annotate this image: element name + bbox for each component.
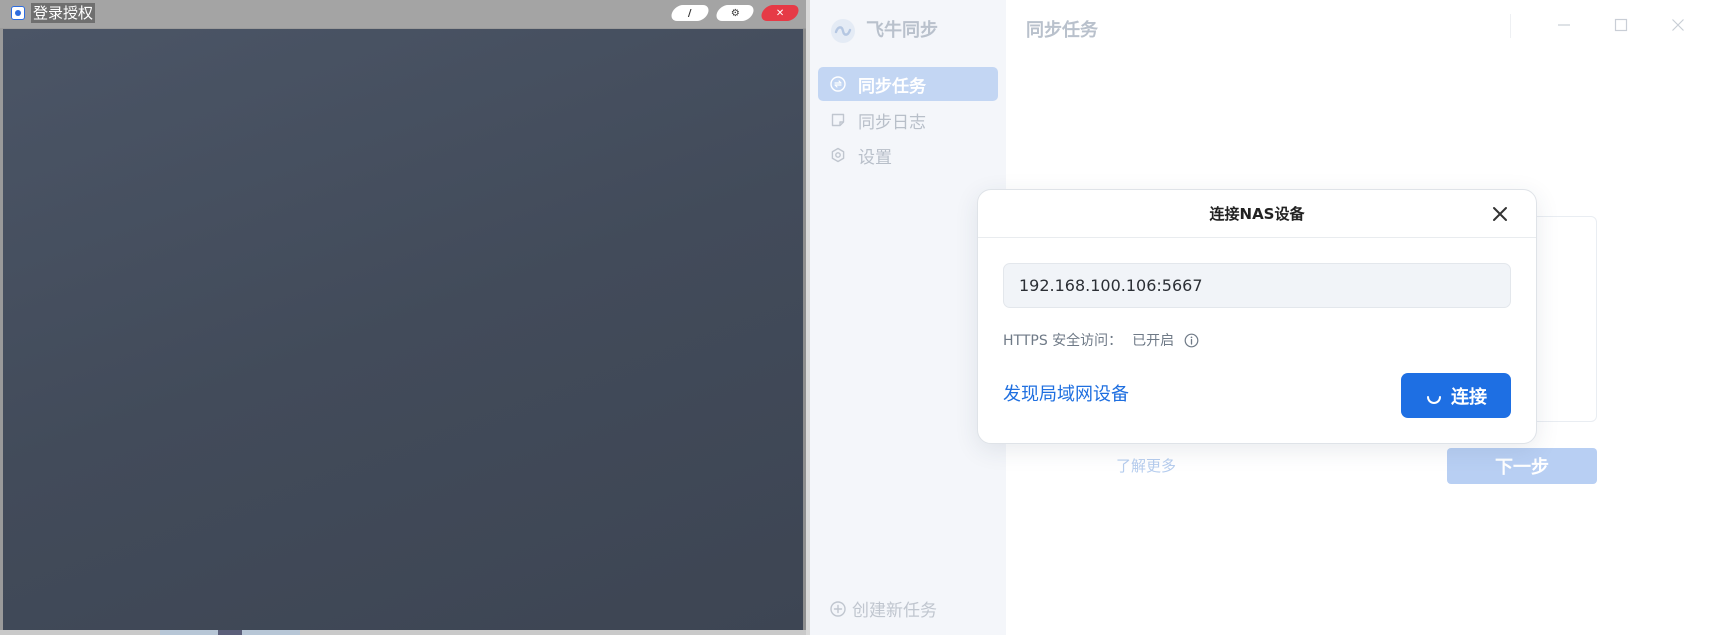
login-window-content xyxy=(3,29,803,630)
brand-name: 飞牛同步 xyxy=(866,20,938,41)
nas-address-input[interactable] xyxy=(1003,263,1511,308)
sidebar-item-label: 设置 xyxy=(858,147,892,168)
dialog-header: 连接NAS设备 xyxy=(978,190,1536,238)
app-close-button[interactable] xyxy=(1663,13,1693,37)
close-button[interactable]: ✕ xyxy=(759,5,801,21)
https-access-row: HTTPS 安全访问： 已开启 xyxy=(1003,330,1199,350)
maximize-icon xyxy=(1614,18,1628,32)
brand-logo-icon xyxy=(831,19,855,43)
plus-circle-icon xyxy=(830,600,846,617)
taskbar-strip xyxy=(0,630,806,635)
login-window-title: 登录授权 xyxy=(31,3,96,23)
info-icon[interactable] xyxy=(1184,333,1199,348)
minimize-button[interactable]: / xyxy=(669,5,711,21)
gear-icon xyxy=(831,147,845,163)
app-icon xyxy=(11,6,25,20)
app-minimize-button[interactable] xyxy=(1549,13,1579,37)
discover-lan-devices-link[interactable]: 发现局域网设备 xyxy=(1003,383,1129,407)
sidebar-item-sync-tasks[interactable]: 同步任务 xyxy=(818,67,998,101)
https-access-label: HTTPS 安全访问： xyxy=(1003,333,1123,349)
loading-spinner-icon xyxy=(1427,395,1441,404)
log-icon xyxy=(831,113,845,127)
close-icon xyxy=(1672,19,1684,31)
login-window-titlebar: 登录授权 / ⚙ ✕ xyxy=(0,0,806,28)
app-maximize-button[interactable] xyxy=(1606,13,1636,37)
minimize-icon: / xyxy=(688,7,692,19)
https-access-status: 已开启 xyxy=(1132,333,1175,349)
login-authorization-window: 登录授权 / ⚙ ✕ xyxy=(0,0,806,635)
dialog-title: 连接NAS设备 xyxy=(1209,205,1305,223)
create-new-task-label: 创建新任务 xyxy=(852,601,937,621)
connect-button[interactable]: 连接 xyxy=(1401,373,1511,418)
connect-nas-dialog: 连接NAS设备 HTTPS 安全访问： 已开启 发现局域网设备 连接 xyxy=(977,189,1537,444)
sync-icon xyxy=(830,76,846,92)
taskbar-item-indicator xyxy=(218,630,242,635)
settings-button[interactable]: ⚙ xyxy=(714,5,756,21)
learn-more-link[interactable]: 了解更多 xyxy=(1116,455,1176,476)
titlebar-divider xyxy=(1510,14,1511,38)
sidebar-item-settings[interactable]: 设置 xyxy=(818,138,998,172)
next-step-button[interactable]: 下一步 xyxy=(1447,448,1597,484)
close-icon: ✕ xyxy=(775,7,785,19)
connect-button-label: 连接 xyxy=(1451,386,1487,408)
close-icon[interactable] xyxy=(1490,204,1510,224)
sidebar-item-label: 同步日志 xyxy=(858,112,926,133)
sidebar-item-label: 同步任务 xyxy=(858,76,926,97)
sidebar-item-sync-log[interactable]: 同步日志 xyxy=(818,103,998,137)
create-new-task-button[interactable]: 创建新任务 xyxy=(830,596,937,621)
gear-icon: ⚙ xyxy=(730,7,740,19)
page-title: 同步任务 xyxy=(1026,20,1098,41)
minimize-icon xyxy=(1558,24,1570,26)
